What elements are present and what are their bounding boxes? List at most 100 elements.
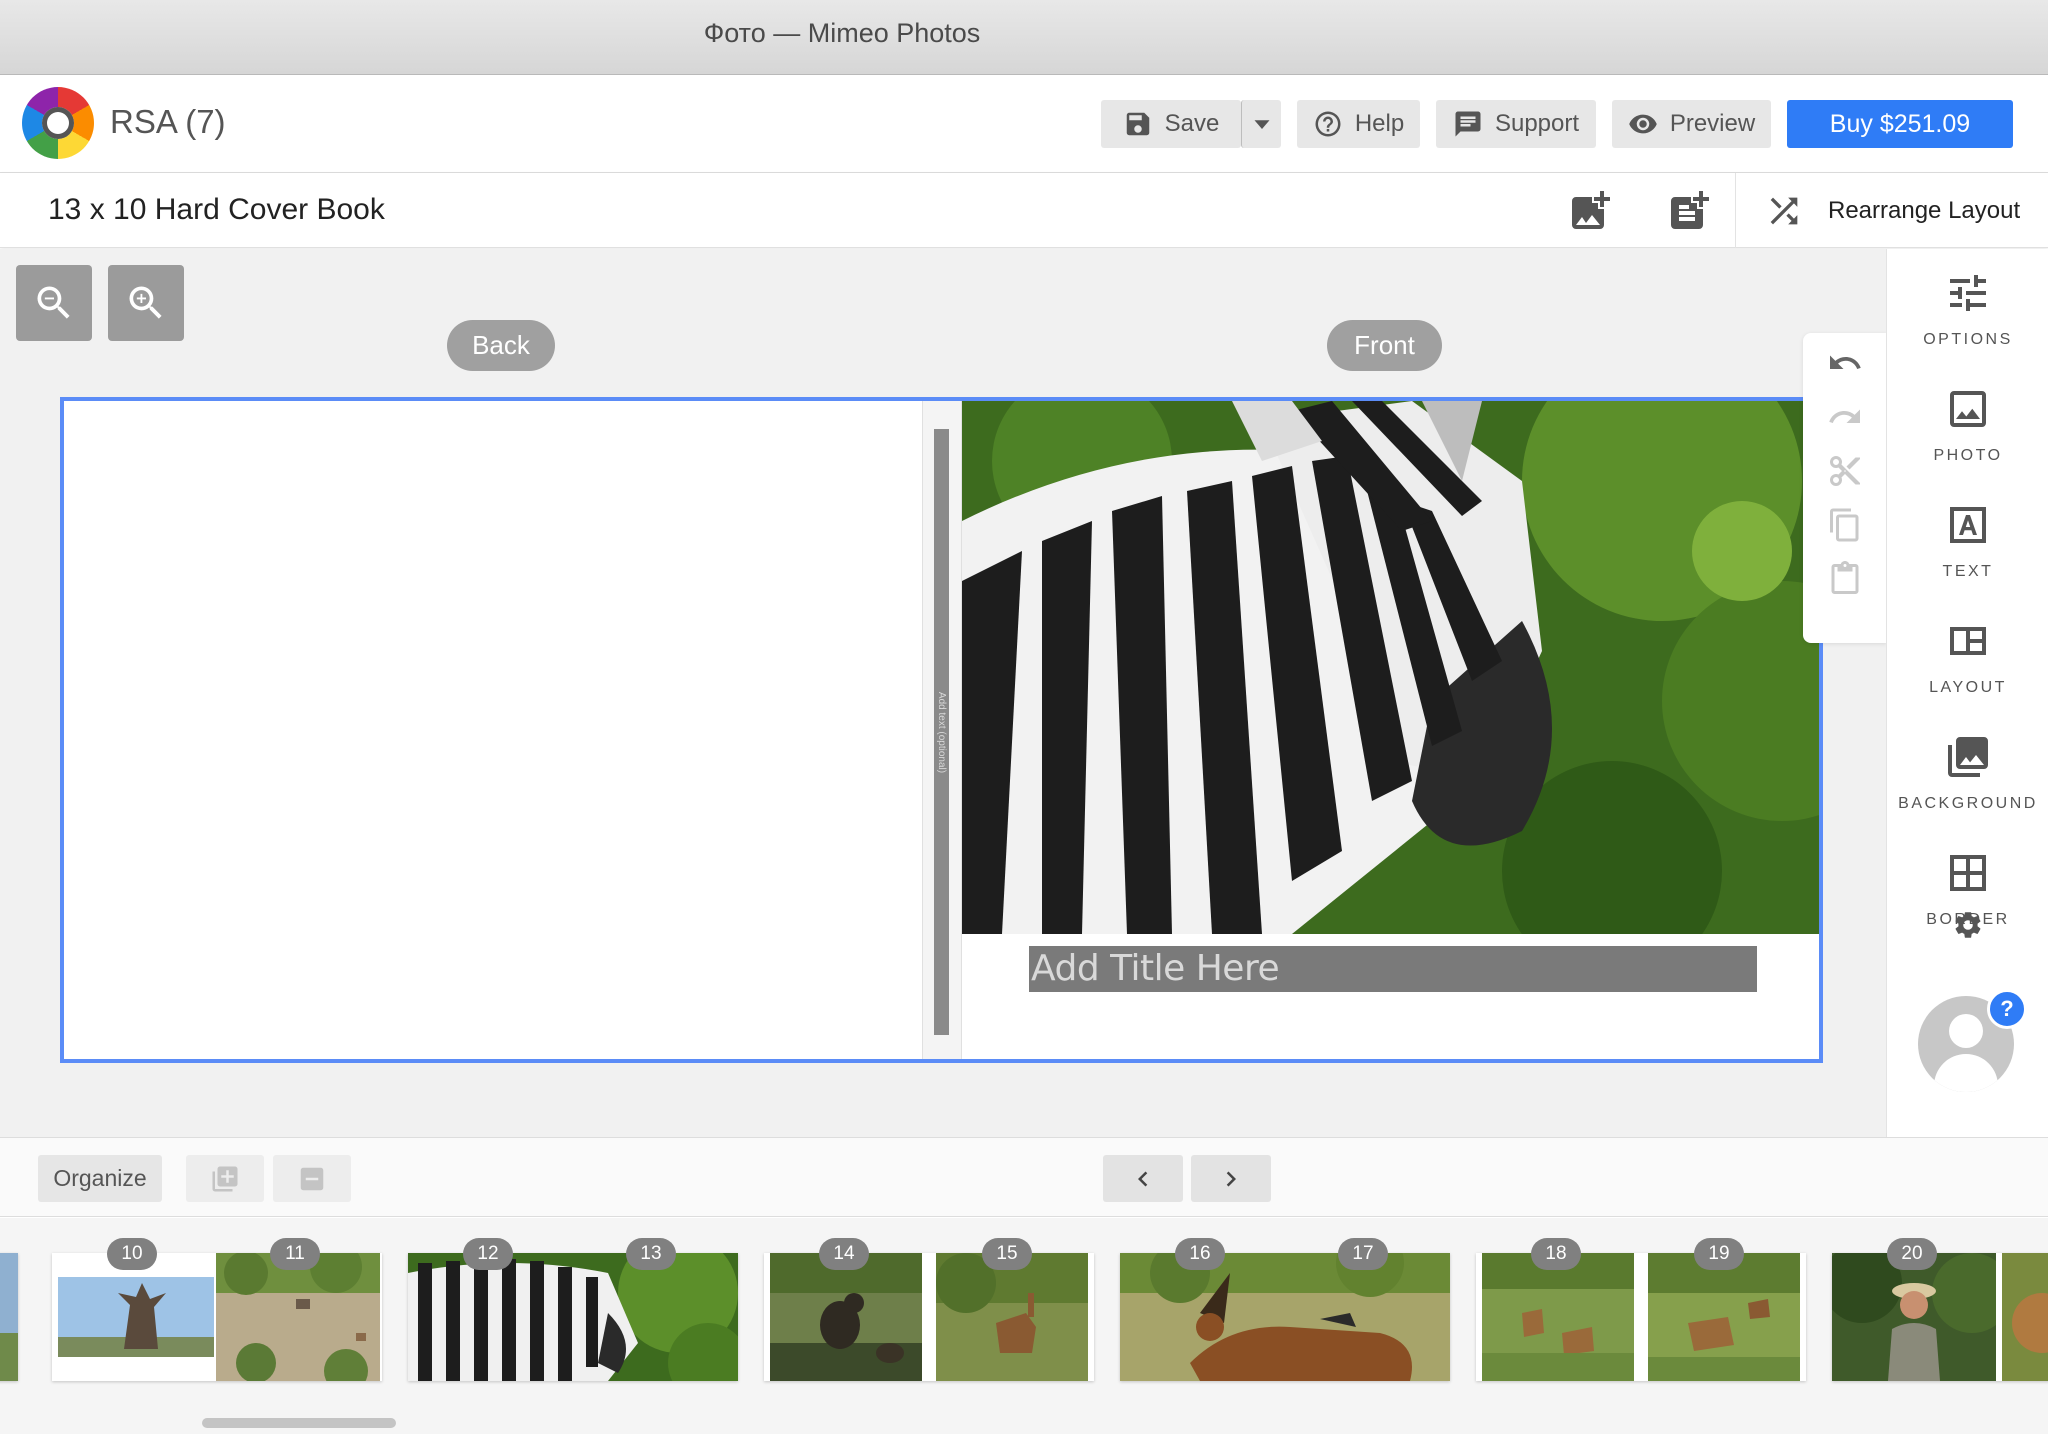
next-page-button[interactable] [1191, 1155, 1271, 1202]
border-icon [1950, 855, 1986, 891]
background-label: BACKGROUND [1898, 795, 2038, 812]
product-title: 13 x 10 Hard Cover Book [48, 193, 385, 226]
settings-gear[interactable] [1952, 909, 1984, 941]
page-thumb-12-13[interactable] [408, 1253, 738, 1381]
rearrange-layout-button[interactable]: Rearrange Layout [1764, 187, 2020, 235]
floppy-disk-icon [1126, 112, 1149, 136]
help-badge[interactable]: ? [1987, 989, 2027, 1029]
copy-icon [1830, 508, 1859, 542]
project-name[interactable]: RSA (7) [110, 103, 226, 141]
page-number-10: 10 [107, 1238, 157, 1270]
spread-thumb-14-15[interactable] [764, 1253, 1094, 1381]
help-button[interactable]: Help [1297, 100, 1420, 148]
preview-button[interactable]: Preview [1612, 100, 1771, 148]
support-button[interactable]: Support [1436, 100, 1596, 148]
edit-toolbar [1803, 333, 1887, 643]
text-label: TEXT [1942, 563, 1994, 580]
chat-bubble-icon [1455, 111, 1481, 137]
undo-icon [1830, 355, 1861, 369]
clipboard-icon [1831, 561, 1859, 594]
photo-tool[interactable]: PHOTO [1887, 385, 2048, 495]
page-thumb-20[interactable] [1832, 1253, 1996, 1381]
cover-spread[interactable]: Add text (optional) Add Title Here [60, 397, 1823, 1063]
page-thumb-14[interactable] [770, 1253, 922, 1381]
redo-button[interactable] [1827, 399, 1863, 435]
page-number-18: 18 [1531, 1238, 1581, 1270]
photo-label: PHOTO [1933, 447, 2003, 464]
page-thumb-19[interactable] [1648, 1253, 1800, 1381]
chevron-left-icon [1138, 1171, 1148, 1186]
add-pages-button[interactable] [186, 1155, 264, 1202]
save-label: Save [1164, 110, 1220, 137]
add-text-page-button[interactable] [1665, 187, 1713, 235]
add-page-icon [1671, 191, 1709, 229]
cover-photo-zebra[interactable] [962, 401, 1819, 934]
buy-label: Buy $251.09 [1829, 109, 1971, 138]
spread-thumb-10-11[interactable] [52, 1253, 382, 1381]
editor-canvas: Back Front Add text (optional) Add Title… [0, 249, 1887, 1137]
background-tool[interactable]: BACKGROUND [1887, 733, 2048, 843]
spread-thumb-16-17[interactable] [1120, 1253, 1450, 1381]
buy-button[interactable]: Buy $251.09 [1787, 100, 2013, 148]
photo-icon [1950, 391, 1986, 427]
back-cover-label[interactable]: Back [447, 320, 555, 371]
zebra-photo [962, 401, 1819, 934]
window-titlebar: Фото — Mimeo Photos [0, 0, 2048, 75]
layout-tool[interactable]: LAYOUT [1887, 617, 2048, 727]
zoom-in-button[interactable] [108, 265, 184, 341]
caret-down-icon [1254, 120, 1269, 129]
previous-page-button[interactable] [1103, 1155, 1183, 1202]
spine-placeholder: Add text (optional) [936, 691, 948, 773]
page-thumb-18[interactable] [1482, 1253, 1634, 1381]
add-photo-icon [1572, 191, 1610, 229]
spread-thumb-partial[interactable] [0, 1253, 18, 1381]
page-number-11: 11 [270, 1238, 320, 1270]
page-number-17: 17 [1338, 1238, 1388, 1270]
spread-thumb-20[interactable] [1832, 1253, 2048, 1381]
cover-title-input[interactable]: Add Title Here [1029, 946, 1757, 992]
preview-label: Preview [1669, 110, 1756, 137]
undo-button[interactable] [1827, 345, 1863, 381]
app-header: RSA (7) Save Help Support Preview Buy $2… [0, 75, 2048, 173]
page-thumb-11[interactable] [216, 1253, 380, 1381]
remove-pages-button[interactable] [273, 1155, 351, 1202]
page-thumb-10[interactable] [58, 1253, 222, 1381]
app-logo [22, 87, 94, 159]
text-tool[interactable]: TEXT [1887, 501, 2048, 611]
options-label: OPTIONS [1923, 331, 2013, 348]
border-tool[interactable]: BORDER [1887, 849, 2048, 959]
remove-icon [300, 1167, 324, 1190]
front-cover-label[interactable]: Front [1327, 320, 1442, 371]
add-pages-icon [212, 1166, 238, 1191]
book-spine[interactable]: Add text (optional) [922, 401, 962, 1059]
page-thumb-21[interactable] [2002, 1253, 2048, 1381]
zoom-out-button[interactable] [16, 265, 92, 341]
spread-thumb-18-19[interactable] [1476, 1253, 1806, 1381]
save-dropdown-button[interactable] [1241, 100, 1281, 148]
product-toolbar: 13 x 10 Hard Cover Book Rearrange Layout [0, 173, 2048, 248]
spread-thumb-12-13[interactable] [408, 1253, 738, 1381]
redo-icon [1829, 409, 1860, 423]
cut-button[interactable] [1827, 453, 1863, 489]
page-number-14: 14 [819, 1238, 869, 1270]
thumbnails-scrollbar[interactable] [202, 1418, 396, 1428]
page-number-16: 16 [1175, 1238, 1225, 1270]
eye-icon [1629, 114, 1657, 134]
add-photo-button[interactable] [1566, 187, 1614, 235]
page-thumb-15[interactable] [936, 1253, 1088, 1381]
scissors-icon [1830, 456, 1860, 486]
sliders-icon [1950, 275, 1986, 311]
text-icon [1950, 507, 1986, 543]
layout-label: LAYOUT [1929, 679, 2007, 696]
page-number-19: 19 [1694, 1238, 1744, 1270]
toolbar-divider [1735, 173, 1736, 248]
help-label: Help [1354, 110, 1405, 137]
paste-button[interactable] [1827, 561, 1863, 597]
save-button[interactable]: Save [1101, 100, 1241, 148]
copy-button[interactable] [1827, 507, 1863, 543]
chevron-right-icon [1226, 1171, 1236, 1186]
organize-button[interactable]: Organize [38, 1155, 162, 1202]
page-thumb-16-17[interactable] [1120, 1253, 1450, 1381]
options-tool[interactable]: OPTIONS [1887, 269, 2048, 379]
page-number-12: 12 [463, 1238, 513, 1270]
